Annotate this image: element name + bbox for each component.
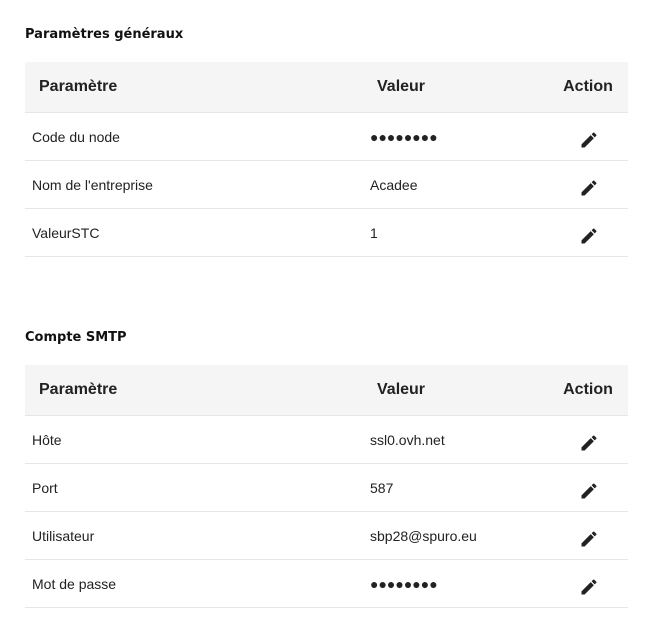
edit-button[interactable] bbox=[575, 126, 603, 154]
action-cell bbox=[548, 512, 628, 560]
action-cell bbox=[548, 560, 628, 608]
table-header-row: Paramètre Valeur Action bbox=[25, 365, 628, 416]
edit-icon bbox=[581, 179, 597, 195]
table-row: Port 587 bbox=[25, 464, 628, 512]
edit-icon bbox=[581, 482, 597, 498]
edit-button[interactable] bbox=[575, 477, 603, 505]
param-value: ●●●●●●●● bbox=[363, 113, 548, 161]
edit-button[interactable] bbox=[575, 222, 603, 250]
smtp-settings-table: Paramètre Valeur Action Hôte ssl0.ovh.ne… bbox=[25, 365, 628, 608]
column-header-value: Valeur bbox=[363, 365, 548, 416]
table-row: Mot de passe ●●●●●●●● bbox=[25, 560, 628, 608]
param-name: Port bbox=[25, 464, 363, 512]
action-cell bbox=[548, 209, 628, 257]
general-settings-table: Paramètre Valeur Action Code du node ●●●… bbox=[25, 62, 628, 257]
table-row: Utilisateur sbp28@spuro.eu bbox=[25, 512, 628, 560]
section-title-general: Paramètres généraux bbox=[25, 27, 184, 42]
edit-button[interactable] bbox=[575, 174, 603, 202]
param-value: 587 bbox=[363, 464, 548, 512]
column-header-value: Valeur bbox=[363, 62, 548, 113]
table-row: ValeurSTC 1 bbox=[25, 209, 628, 257]
edit-icon bbox=[581, 578, 597, 594]
param-value: ssl0.ovh.net bbox=[363, 416, 548, 464]
action-cell bbox=[548, 464, 628, 512]
action-cell bbox=[548, 113, 628, 161]
param-name: Mot de passe bbox=[25, 560, 363, 608]
param-value: Acadee bbox=[363, 161, 548, 209]
edit-button[interactable] bbox=[575, 525, 603, 553]
edit-button[interactable] bbox=[575, 429, 603, 457]
action-cell bbox=[548, 161, 628, 209]
edit-icon bbox=[581, 434, 597, 450]
section-title-smtp: Compte SMTP bbox=[25, 330, 127, 345]
edit-icon bbox=[581, 530, 597, 546]
table-row: Nom de l'entreprise Acadee bbox=[25, 161, 628, 209]
edit-icon bbox=[581, 227, 597, 243]
column-header-param: Paramètre bbox=[25, 62, 363, 113]
table-row: Hôte ssl0.ovh.net bbox=[25, 416, 628, 464]
param-name: Utilisateur bbox=[25, 512, 363, 560]
param-name: Hôte bbox=[25, 416, 363, 464]
param-name: Code du node bbox=[25, 113, 363, 161]
param-value: sbp28@spuro.eu bbox=[363, 512, 548, 560]
table-header-row: Paramètre Valeur Action bbox=[25, 62, 628, 113]
param-name: ValeurSTC bbox=[25, 209, 363, 257]
param-name: Nom de l'entreprise bbox=[25, 161, 363, 209]
edit-button[interactable] bbox=[575, 573, 603, 601]
action-cell bbox=[548, 416, 628, 464]
column-header-action: Action bbox=[548, 62, 628, 113]
edit-icon bbox=[581, 131, 597, 147]
column-header-param: Paramètre bbox=[25, 365, 363, 416]
param-value: ●●●●●●●● bbox=[363, 560, 548, 608]
column-header-action: Action bbox=[548, 365, 628, 416]
param-value: 1 bbox=[363, 209, 548, 257]
table-row: Code du node ●●●●●●●● bbox=[25, 113, 628, 161]
